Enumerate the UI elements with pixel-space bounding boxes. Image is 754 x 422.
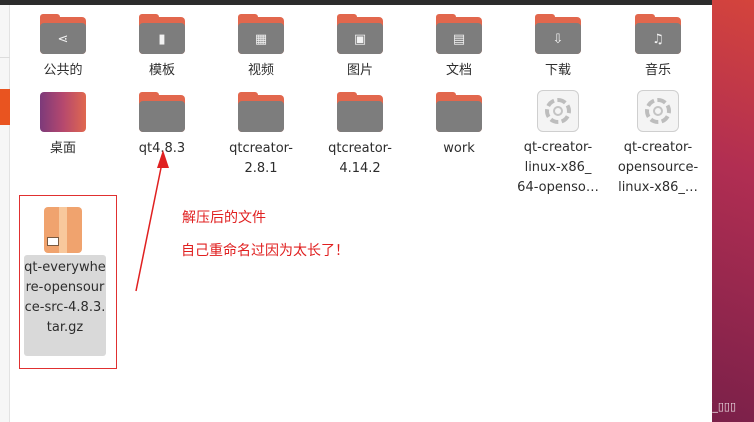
annotation-arrow [135,150,169,292]
file-manager-window: ⋖ 公共的 ▮ 模板 ▦ 视频 ▣ 图片 ▤ 文档 ⇩ 下载 ♫ 音乐 桌面 q… [0,0,712,422]
annotation-text-extracted: 解压后的文件 [182,210,266,226]
csdn-watermark: CSDN @AUV_▯▯▯ [643,400,736,413]
annotation-text-renamed: 自己重命名过因为太长了！ [181,243,349,259]
